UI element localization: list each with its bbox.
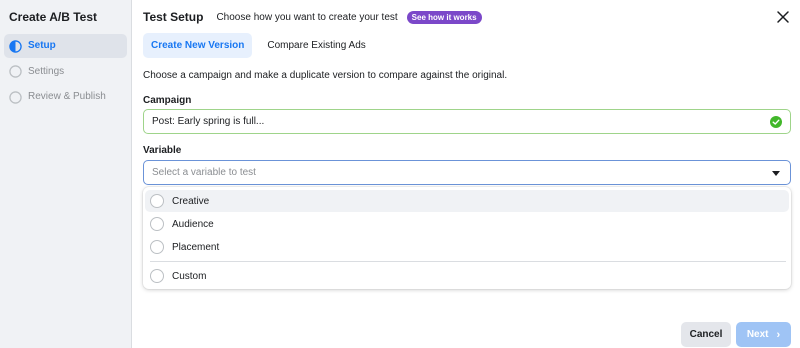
tabs: Create New Version Compare Existing Ads bbox=[143, 33, 381, 58]
step-settings[interactable]: Settings bbox=[4, 60, 127, 84]
option-label: Creative bbox=[172, 195, 210, 207]
cancel-button[interactable]: Cancel bbox=[681, 322, 731, 347]
chevron-right-icon: › bbox=[776, 328, 781, 341]
campaign-label: Campaign bbox=[143, 95, 192, 106]
option-label: Placement bbox=[172, 241, 220, 253]
next-label: Next bbox=[746, 329, 769, 340]
step-label: Setup bbox=[28, 40, 56, 51]
option-audience[interactable]: Audience bbox=[145, 213, 789, 235]
radio-button[interactable] bbox=[150, 269, 164, 283]
empty-circle-icon bbox=[9, 90, 22, 104]
variable-dropdown: Creative Audience Placement Custom bbox=[143, 187, 791, 289]
variable-label: Variable bbox=[143, 145, 182, 156]
campaign-field[interactable]: Post: Early spring is full... bbox=[143, 109, 791, 134]
header: Test Setup Choose how you want to create… bbox=[143, 10, 482, 24]
empty-circle-icon bbox=[9, 65, 22, 78]
step-review-publish[interactable]: Review & Publish bbox=[4, 85, 127, 109]
radio-button[interactable] bbox=[150, 194, 164, 208]
step-label: Settings bbox=[28, 65, 65, 77]
step-label: Review & Publish bbox=[28, 91, 106, 102]
page-title: Test Setup bbox=[143, 10, 204, 24]
cancel-label: Cancel bbox=[689, 329, 723, 340]
steps-list: Setup Settings Review & Publish bbox=[4, 34, 127, 111]
divider bbox=[150, 261, 786, 262]
variable-placeholder: Select a variable to test bbox=[152, 167, 256, 178]
radio-button[interactable] bbox=[150, 240, 164, 254]
radio-button[interactable] bbox=[150, 217, 164, 231]
option-label: Custom bbox=[172, 270, 207, 282]
check-circle-icon bbox=[770, 116, 782, 128]
option-custom[interactable]: Custom bbox=[145, 265, 789, 287]
sidebar: Create A/B Test Setup Settings Review & … bbox=[0, 0, 132, 348]
caret-down-icon bbox=[772, 171, 780, 176]
option-placement[interactable]: Placement bbox=[145, 236, 789, 258]
next-button[interactable]: Next › bbox=[736, 322, 791, 347]
description: Choose a campaign and make a duplicate v… bbox=[143, 70, 508, 81]
campaign-value: Post: Early spring is full... bbox=[152, 116, 265, 127]
tab-compare-existing-ads[interactable]: Compare Existing Ads bbox=[259, 33, 373, 58]
see-how-it-works-link[interactable]: See how it works bbox=[406, 10, 482, 24]
tab-create-new-version[interactable]: Create New Version bbox=[143, 33, 253, 58]
option-label: Audience bbox=[172, 218, 214, 230]
header-subtitle: Choose how you want to create your test bbox=[216, 11, 398, 23]
main-panel: Test Setup Choose how you want to create… bbox=[132, 0, 800, 348]
step-setup[interactable]: Setup bbox=[4, 34, 127, 58]
sidebar-title: Create A/B Test bbox=[9, 10, 98, 24]
close-icon[interactable] bbox=[776, 10, 790, 24]
half-circle-icon bbox=[9, 39, 22, 53]
variable-select[interactable]: Select a variable to test bbox=[143, 160, 791, 185]
option-creative[interactable]: Creative bbox=[145, 190, 789, 212]
